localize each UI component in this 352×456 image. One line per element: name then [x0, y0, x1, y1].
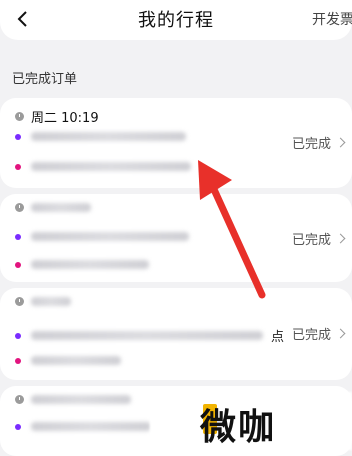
order-status-label: 已完成 — [291, 233, 331, 248]
section-title: 已完成订单 — [12, 72, 78, 87]
order-time-row — [15, 203, 91, 212]
clock-icon — [15, 112, 24, 121]
start-point-icon — [15, 332, 21, 339]
chevron-right-icon — [335, 233, 346, 244]
start-point-icon — [15, 133, 21, 140]
clock-icon — [15, 203, 24, 212]
order-status-label: 已完成 — [291, 137, 331, 152]
end-address-redacted — [31, 260, 149, 269]
end-point-icon — [15, 261, 21, 268]
chevron-right-icon — [335, 328, 346, 339]
order-status[interactable]: 已完成 — [291, 229, 346, 248]
order-time-row — [15, 395, 131, 404]
start-address-row — [15, 232, 189, 241]
address-trailing-text: 点 — [271, 330, 285, 345]
end-address-row — [15, 356, 121, 365]
start-address-row — [15, 132, 186, 141]
order-time-redacted — [31, 297, 71, 306]
start-point-icon — [15, 233, 21, 240]
end-address-row — [15, 162, 191, 171]
order-time: 周二 10:19 — [31, 111, 99, 126]
page-title: 我的行程 — [138, 10, 214, 31]
start-address-redacted — [31, 232, 189, 241]
invoice-button[interactable]: 开发票 — [312, 9, 352, 29]
order-time-row: 周二 10:19 — [15, 107, 99, 126]
start-address-redacted — [31, 331, 263, 340]
start-address-row — [15, 422, 151, 431]
clock-icon — [15, 297, 24, 306]
watermark-logo: 微咖 — [200, 407, 277, 448]
order-time-redacted — [31, 395, 131, 404]
order-time-row — [15, 297, 71, 306]
clock-icon — [15, 395, 24, 404]
order-card[interactable]: 点 已完成 — [0, 288, 352, 380]
order-status[interactable]: 已完成 — [291, 324, 346, 343]
chevron-right-icon — [335, 137, 346, 148]
order-status-label: 已完成 — [291, 328, 331, 343]
order-card[interactable]: 周二 10:19 已完成 — [0, 98, 352, 188]
order-time-redacted — [31, 203, 91, 212]
start-address-redacted — [31, 422, 151, 431]
end-point-icon — [15, 357, 21, 364]
end-address-redacted — [31, 162, 191, 171]
start-point-icon — [15, 423, 21, 430]
start-address-row: 点 — [15, 326, 284, 345]
end-address-row — [15, 260, 149, 269]
end-point-icon — [15, 163, 21, 170]
order-status[interactable]: 已完成 — [291, 133, 346, 152]
end-address-redacted — [31, 356, 121, 365]
top-bar: 我的行程 开发票 — [0, 0, 352, 40]
order-card[interactable]: 已完成 — [0, 194, 352, 282]
start-address-redacted — [31, 132, 186, 141]
